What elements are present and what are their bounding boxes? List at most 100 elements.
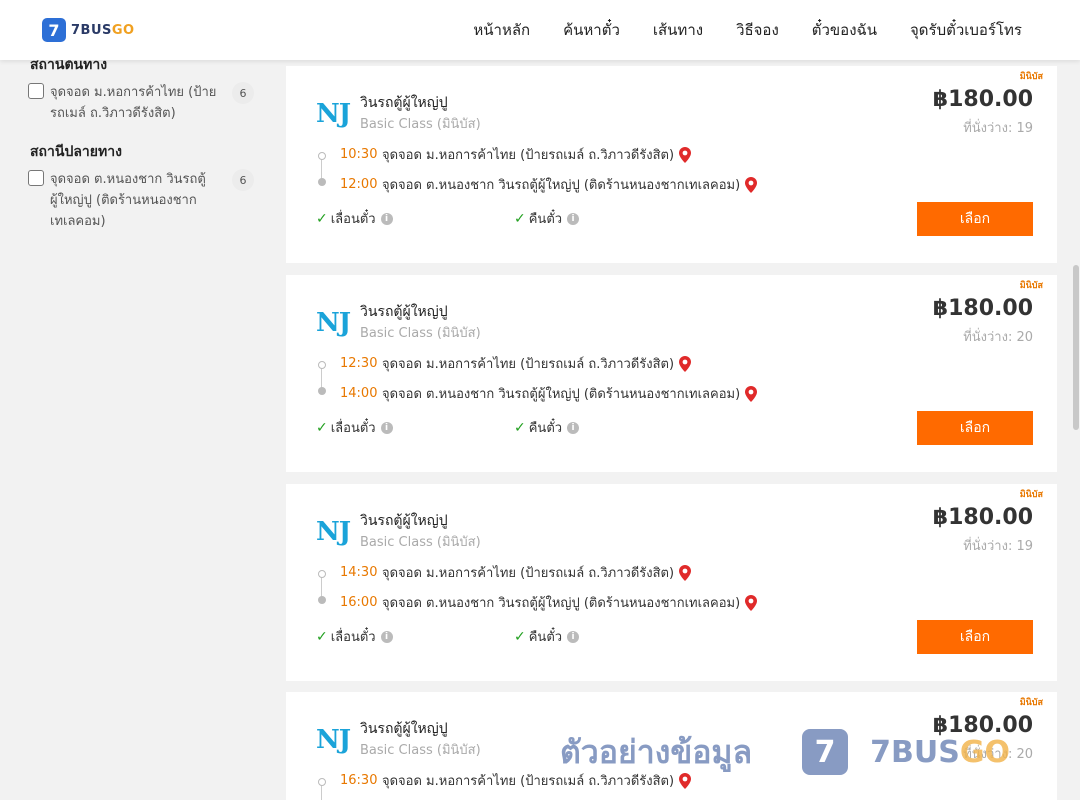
check-icon: ✓ xyxy=(316,419,328,436)
reschedule-label: เลื่อนตั๋ว xyxy=(330,421,376,436)
trip-price: ฿180.00 xyxy=(932,87,1033,112)
destination-option-label: จุดจอด ต.หนองชาก วินรถตู้ผู้ใหญ่ปู (ติดร… xyxy=(50,172,206,229)
seats-available: ที่นั่งว่าง: 19 xyxy=(963,121,1033,136)
watermark-brand: 7BUSGO xyxy=(870,735,1010,770)
select-trip-button[interactable]: เลือก xyxy=(917,202,1033,236)
refund-feature: ✓ คืนตั๋ว i xyxy=(514,417,580,438)
info-icon[interactable]: i xyxy=(567,212,580,225)
vehicle-type-tag: มินิบัส xyxy=(1019,281,1043,291)
seats-available: ที่นั่งว่าง: 20 xyxy=(963,330,1033,345)
watermark-brand-main: 7BUS xyxy=(870,734,960,770)
arrival-stop: 14:00 จุดจอด ต.หนองชาก วินรถตู้ผู้ใหญ่ปู… xyxy=(340,383,758,404)
nav-how-to-book[interactable]: วิธีจอง xyxy=(736,18,779,42)
site-logo[interactable]: 7 7BUSGO xyxy=(42,18,135,42)
check-icon: ✓ xyxy=(316,210,328,227)
info-icon[interactable]: i xyxy=(567,421,580,434)
info-icon[interactable]: i xyxy=(380,630,393,643)
refund-feature: ✓ คืนตั๋ว i xyxy=(514,208,580,229)
info-icon[interactable]: i xyxy=(380,421,393,434)
map-pin-icon[interactable] xyxy=(679,146,692,163)
reschedule-feature: ✓ เลื่อนตั๋ว i xyxy=(316,626,393,647)
vehicle-type-tag: มินิบัส xyxy=(1019,490,1043,500)
map-pin-icon[interactable] xyxy=(745,176,758,193)
operator-name: วินรถตู้ผู้ใหญ่ปู xyxy=(360,721,448,737)
operator-logo: NJ xyxy=(316,99,351,129)
watermark-logo-badge: 7 xyxy=(802,729,849,775)
arrival-stop-name: จุดจอด ต.หนองชาก วินรถตู้ผู้ใหญ่ปู (ติดร… xyxy=(382,178,741,193)
operator-logo: NJ xyxy=(316,517,351,547)
arrival-stop-name: จุดจอด ต.หนองชาก วินรถตู้ผู้ใหญ่ปู (ติดร… xyxy=(382,387,741,402)
check-icon: ✓ xyxy=(514,419,526,436)
watermark-brand-go: GO xyxy=(959,734,1010,770)
reschedule-feature: ✓ เลื่อนตั๋ว i xyxy=(316,208,393,229)
info-icon[interactable]: i xyxy=(380,212,393,225)
trip-card: มินิบัส NJ วินรถตู้ผู้ใหญ่ปู Basic Class… xyxy=(286,66,1057,263)
departure-time: 12:30 xyxy=(340,356,378,371)
operator-logo: NJ xyxy=(316,308,351,338)
arrival-stop: 16:00 จุดจอด ต.หนองชาก วินรถตู้ผู้ใหญ่ปู… xyxy=(340,592,758,613)
departure-time: 10:30 xyxy=(340,147,378,162)
check-icon: ✓ xyxy=(514,628,526,645)
nav-ticket-pickup[interactable]: จุดรับตั๋วเบอร์โทร xyxy=(910,18,1022,42)
nav-routes[interactable]: เส้นทาง xyxy=(653,18,703,42)
sample-data-watermark: ตัวอย่างข้อมูล 7 7BUSGO xyxy=(560,724,1010,780)
refund-label: คืนตั๋ว xyxy=(528,421,563,436)
origin-option-label: จุดจอด ม.หอการค้าไทย (ป้ายรถเมล์ ถ.วิภาว… xyxy=(50,85,217,121)
logo-brand-main: 7BUS xyxy=(71,22,112,38)
nav-my-tickets[interactable]: ตั๋วของฉัน xyxy=(812,18,877,42)
origin-filter-option[interactable]: จุดจอด ม.หอการค้าไทย (ป้ายรถเมล์ ถ.วิภาว… xyxy=(28,82,254,124)
filter-sidebar: สถานีต้นทาง จุดจอด ม.หอการค้าไทย (ป้ายรถ… xyxy=(0,57,270,800)
check-icon: ✓ xyxy=(316,628,328,645)
service-class: Basic Class (มินิบัส) xyxy=(360,743,481,758)
select-trip-button[interactable]: เลือก xyxy=(917,411,1033,445)
map-pin-icon[interactable] xyxy=(745,594,758,611)
reschedule-label: เลื่อนตั๋ว xyxy=(330,212,376,227)
refund-label: คืนตั๋ว xyxy=(528,630,563,645)
info-icon[interactable]: i xyxy=(567,630,580,643)
destination-filter-option[interactable]: จุดจอด ต.หนองชาก วินรถตู้ผู้ใหญ่ปู (ติดร… xyxy=(28,169,254,232)
service-class: Basic Class (มินิบัส) xyxy=(360,326,481,341)
check-icon: ✓ xyxy=(514,210,526,227)
watermark-text: ตัวอย่างข้อมูล xyxy=(560,732,753,771)
route-timeline xyxy=(318,152,332,186)
destination-checkbox[interactable] xyxy=(28,170,44,186)
trip-card: มินิบัส NJ วินรถตู้ผู้ใหญ่ปู Basic Class… xyxy=(286,484,1057,681)
logo-text: 7BUSGO xyxy=(71,23,135,38)
map-pin-icon[interactable] xyxy=(745,385,758,402)
departure-time: 14:30 xyxy=(340,565,378,580)
nav-home[interactable]: หน้าหลัก xyxy=(473,18,530,42)
top-header: 7 7BUSGO หน้าหลัก ค้นหาตั๋ว เส้นทาง วิธี… xyxy=(0,0,1080,60)
operator-name: วินรถตู้ผู้ใหญ่ปู xyxy=(360,95,448,111)
map-pin-icon[interactable] xyxy=(679,564,692,581)
logo-brand-go: GO xyxy=(111,22,135,38)
route-timeline xyxy=(318,778,332,800)
departure-time: 16:30 xyxy=(340,773,378,788)
operator-logo: NJ xyxy=(316,725,351,755)
origin-checkbox[interactable] xyxy=(28,83,44,99)
destination-count-badge: 6 xyxy=(232,169,254,191)
select-trip-button[interactable]: เลือก xyxy=(917,620,1033,654)
vehicle-type-tag: มินิบัส xyxy=(1019,72,1043,82)
arrival-time: 16:00 xyxy=(340,595,378,610)
main-nav: หน้าหลัก ค้นหาตั๋ว เส้นทาง วิธีจอง ตั๋วข… xyxy=(440,0,1022,60)
destination-filter-title: สถานีปลายทาง xyxy=(30,144,122,160)
service-class: Basic Class (มินิบัส) xyxy=(360,117,481,132)
seats-available: ที่นั่งว่าง: 19 xyxy=(963,539,1033,554)
departure-stop: 12:30 จุดจอด ม.หอการค้าไทย (ป้ายรถเมล์ ถ… xyxy=(340,353,692,374)
map-pin-icon[interactable] xyxy=(679,355,692,372)
refund-feature: ✓ คืนตั๋ว i xyxy=(514,626,580,647)
arrival-time: 14:00 xyxy=(340,386,378,401)
route-timeline xyxy=(318,361,332,395)
arrival-time: 12:00 xyxy=(340,177,378,192)
arrival-stop-name: จุดจอด ต.หนองชาก วินรถตู้ผู้ใหญ่ปู (ติดร… xyxy=(382,596,741,611)
reschedule-label: เลื่อนตั๋ว xyxy=(330,630,376,645)
scrollbar-thumb[interactable] xyxy=(1073,265,1079,430)
logo-badge: 7 xyxy=(42,18,66,42)
vehicle-type-tag: มินิบัส xyxy=(1019,698,1043,708)
nav-search-tickets[interactable]: ค้นหาตั๋ว xyxy=(563,18,620,42)
departure-stop: 14:30 จุดจอด ม.หอการค้าไทย (ป้ายรถเมล์ ถ… xyxy=(340,562,692,583)
refund-label: คืนตั๋ว xyxy=(528,212,563,227)
trip-price: ฿180.00 xyxy=(932,296,1033,321)
page-scrollbar[interactable] xyxy=(1072,60,1080,800)
origin-count-badge: 6 xyxy=(232,82,254,104)
